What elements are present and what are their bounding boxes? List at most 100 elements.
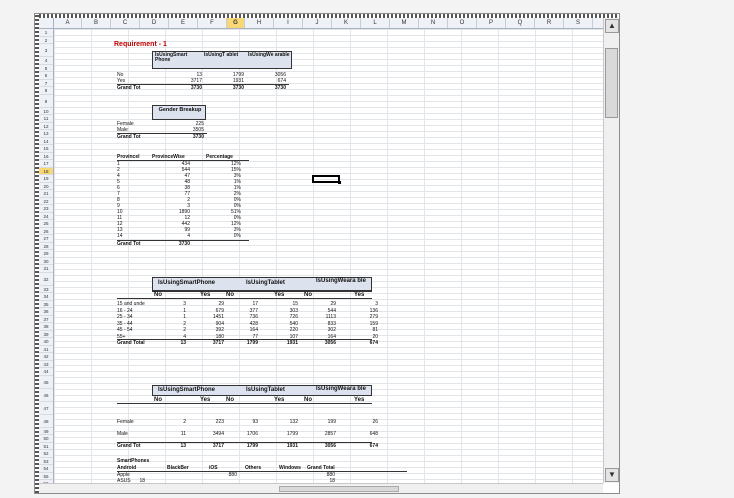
agegroup-cell: 726 [289,314,298,320]
vertical-scrollbar[interactable]: ▲ ▼ [603,18,619,483]
agegroup-cell: 2 [183,327,186,333]
horizontal-scroll-thumb[interactable] [279,486,399,492]
agegroup-cell: 13 [180,340,186,346]
agegroup-cell: 302 [327,327,336,333]
row-header-39[interactable]: 39 [39,331,53,338]
row-header-19[interactable]: 19 [39,175,53,183]
row-header-12[interactable]: 12 [39,123,53,130]
row-header-18[interactable]: 18 [39,167,53,175]
row-header-34[interactable]: 34 [39,293,53,301]
row-header-45[interactable]: 45 [39,376,53,389]
row-header-49[interactable]: 49 [39,428,53,435]
agegroup-sub-divider [152,291,372,292]
gendertab-cell: 3056 [324,443,336,449]
column-header-k[interactable]: K [332,18,361,28]
row-header-27[interactable]: 27 [39,235,53,243]
agegroup-cell: 303 [289,307,298,314]
column-header-r[interactable]: R [535,18,564,28]
horizontal-scrollbar[interactable] [39,483,603,493]
row-header-53[interactable]: 53 [39,458,53,465]
row-header-9[interactable]: 9 [39,95,53,108]
row-header-36[interactable]: 36 [39,308,53,316]
row-header-50[interactable]: 50 [39,435,53,443]
table1-total-label: Grand Tot [117,85,141,91]
column-header-p[interactable]: P [477,18,506,28]
row-header-29[interactable]: 29 [39,250,53,258]
row-header-15[interactable]: 15 [39,145,53,153]
agegroup-cell: 3056 [324,340,336,346]
row-header-44[interactable]: 44 [39,368,53,376]
column-header-m[interactable]: M [390,18,419,28]
row-header-26[interactable]: 26 [39,228,53,235]
row-header-14[interactable]: 14 [39,138,53,145]
row-header-33[interactable]: 33 [39,286,53,293]
gendertab-row-label: Female [117,419,134,425]
column-header-l[interactable]: L [361,18,390,28]
row-header-1[interactable]: 1 [39,29,53,37]
row-header-6[interactable]: 6 [39,72,53,80]
row-header-38[interactable]: 38 [39,323,53,331]
row-header-23[interactable]: 23 [39,205,53,213]
row-header-21[interactable]: 21 [39,190,53,198]
row-header-2[interactable]: 2 [39,37,53,44]
column-header-g[interactable]: G [227,18,245,28]
agegroup-cell: 220 [289,327,298,333]
column-header-i[interactable]: I [274,18,303,28]
row-header-51[interactable]: 51 [39,443,53,450]
row-header-37[interactable]: 37 [39,316,53,323]
row-header-5[interactable]: 5 [39,65,53,72]
row-header-41[interactable]: 41 [39,346,53,353]
row-header-55[interactable]: 55 [39,473,53,480]
column-header-f[interactable]: F [198,18,227,28]
column-header-c[interactable]: C [111,18,140,28]
row-header-42[interactable]: 42 [39,353,53,361]
gendertab-cell: 1706 [246,431,258,437]
row-header-52[interactable]: 52 [39,450,53,458]
row-header-47[interactable]: 47 [39,402,53,415]
gendertab-cell: 3717 [212,443,224,449]
row-header-40[interactable]: 40 [39,338,53,346]
column-header-o[interactable]: O [448,18,477,28]
agegroup-row-label: 15 and unde [117,301,145,307]
row-header-20[interactable]: 20 [39,183,53,190]
vertical-scroll-thumb[interactable] [605,48,618,118]
column-header-e[interactable]: E [169,18,198,28]
scroll-up-icon[interactable]: ▲ [605,19,619,33]
row-header-16[interactable]: 16 [39,153,53,160]
select-all-corner[interactable] [39,18,54,28]
column-header-j[interactable]: J [303,18,332,28]
row-header-54[interactable]: 54 [39,465,53,473]
column-header-s[interactable]: S [564,18,593,28]
row-header-3[interactable]: 3 [39,44,53,57]
column-header-d[interactable]: D [140,18,169,28]
row-header-11[interactable]: 11 [39,115,53,123]
row-header-48[interactable]: 48 [39,415,53,428]
row-header-35[interactable]: 35 [39,301,53,308]
row-header-28[interactable]: 28 [39,243,53,250]
active-cell-g18[interactable] [312,175,341,184]
row-header-7[interactable]: 7 [39,80,53,87]
row-header-24[interactable]: 24 [39,213,53,220]
row-header-22[interactable]: 22 [39,198,53,205]
row-header-10[interactable]: 10 [39,108,53,115]
scroll-down-icon[interactable]: ▼ [605,468,619,482]
row-header-25[interactable]: 25 [39,220,53,228]
column-header-h[interactable]: H [245,18,274,28]
row-header-17[interactable]: 17 [39,160,53,168]
table1-header-wearable: IsUsingWe arable [248,52,290,58]
row-header-32[interactable]: 32 [39,273,53,286]
row-header-4[interactable]: 4 [39,57,53,65]
row-header-31[interactable]: 31 [39,265,53,273]
column-header-b[interactable]: B [82,18,111,28]
gendertab-row-label: Male [117,431,128,437]
row-header-13[interactable]: 13 [39,130,53,138]
agegroup-cell: 1931 [286,340,298,346]
column-header-n[interactable]: N [419,18,448,28]
row-header-43[interactable]: 43 [39,361,53,368]
row-header-8[interactable]: 8 [39,87,53,95]
column-header-a[interactable]: A [54,18,82,28]
column-header-q[interactable]: Q [506,18,535,28]
smartphone-title: SmartPhones [117,458,150,464]
row-header-46[interactable]: 46 [39,389,53,402]
row-header-30[interactable]: 30 [39,258,53,265]
